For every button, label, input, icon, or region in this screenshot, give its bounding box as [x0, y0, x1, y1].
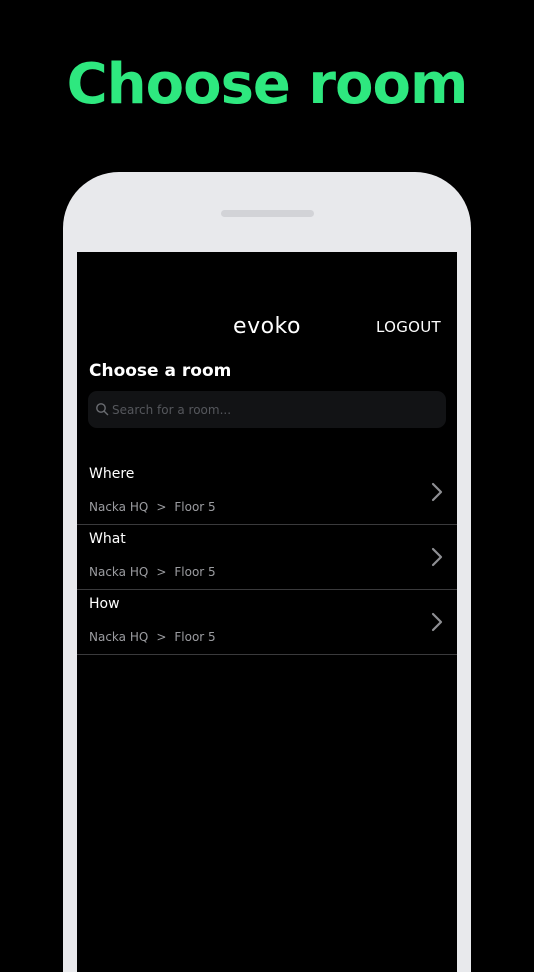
- room-list-item[interactable]: What Nacka HQ > Floor 5: [77, 525, 457, 590]
- page-title: Choose a room: [89, 361, 232, 381]
- search-icon: [96, 403, 109, 416]
- app-header: evoko LOGOUT: [77, 314, 457, 340]
- logout-button[interactable]: LOGOUT: [376, 314, 441, 340]
- phone-speaker: [221, 210, 314, 217]
- room-list-item[interactable]: How Nacka HQ > Floor 5: [77, 590, 457, 655]
- room-location: Nacka HQ: [89, 500, 149, 514]
- room-floor: Floor 5: [174, 630, 216, 644]
- search-bar[interactable]: [88, 391, 446, 428]
- room-location-path: Nacka HQ > Floor 5: [89, 628, 216, 646]
- phone-frame: evoko LOGOUT Choose a room Where Nacka H…: [63, 172, 471, 972]
- path-separator: >: [156, 500, 167, 514]
- room-list: Where Nacka HQ > Floor 5 What Nacka HQ > Flo…: [77, 460, 457, 655]
- chevron-right-icon: [431, 482, 443, 502]
- path-separator: >: [156, 630, 167, 644]
- room-name: What: [89, 531, 126, 547]
- promo-headline: Choose room: [66, 52, 469, 117]
- room-floor: Floor 5: [174, 500, 216, 514]
- room-location: Nacka HQ: [89, 630, 149, 644]
- app-screen: evoko LOGOUT Choose a room Where Nacka H…: [77, 252, 457, 972]
- path-separator: >: [156, 565, 167, 579]
- chevron-right-icon: [431, 547, 443, 567]
- room-location-path: Nacka HQ > Floor 5: [89, 563, 216, 581]
- room-name: Where: [89, 466, 135, 482]
- chevron-right-icon: [431, 612, 443, 632]
- room-location: Nacka HQ: [89, 565, 149, 579]
- room-floor: Floor 5: [174, 565, 216, 579]
- room-list-item[interactable]: Where Nacka HQ > Floor 5: [77, 460, 457, 525]
- room-name: How: [89, 596, 120, 612]
- search-input[interactable]: [112, 391, 432, 428]
- room-location-path: Nacka HQ > Floor 5: [89, 498, 216, 516]
